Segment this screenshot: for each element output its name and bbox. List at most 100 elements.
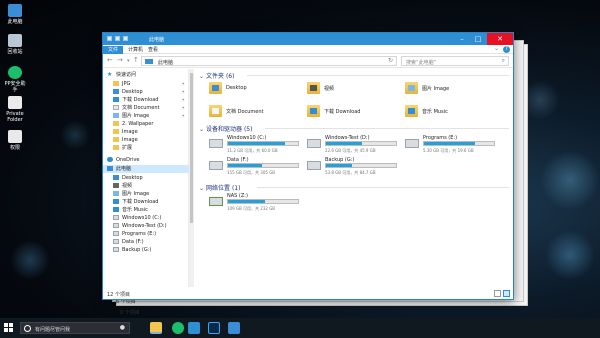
sidebar-item-drive-g[interactable]: Backup (G:) bbox=[103, 246, 189, 254]
folder-icon[interactable] bbox=[107, 36, 112, 41]
scrollbar-thumb[interactable] bbox=[190, 73, 193, 223]
sidebar-item-drive-c[interactable]: Windows10 (C:) bbox=[103, 214, 189, 222]
drive-e[interactable]: Programs (E:) 5.30 GB 可用，共 19.6 GB bbox=[405, 135, 505, 155]
sidebar-item-drive-f[interactable]: Data (F:) bbox=[103, 238, 189, 246]
start-button[interactable] bbox=[4, 323, 14, 333]
drive-g[interactable]: Backup (G:) 53.8 GB 可用，共 84.7 GB bbox=[307, 157, 407, 177]
pin-icon[interactable]: ✦ bbox=[182, 96, 185, 104]
properties-icon[interactable] bbox=[115, 36, 120, 41]
sidebar-item-label: OneDrive bbox=[116, 157, 140, 163]
group-header-network[interactable]: ⌄ 网络位置 (1) bbox=[199, 183, 240, 192]
network-drive-z[interactable]: NAS (Z:) 109 GB 可用，共 232 GB bbox=[209, 193, 309, 213]
sidebar-item-videos[interactable]: 视频 bbox=[103, 182, 189, 190]
chevron-down-icon[interactable]: ▾ bbox=[127, 58, 130, 64]
new-folder-icon[interactable] bbox=[123, 36, 128, 41]
address-bar[interactable]: 此电脑 ↻ bbox=[141, 56, 397, 66]
sidebar-item-label: 扩展 bbox=[122, 145, 133, 151]
sidebar-item-label: 视频 bbox=[122, 183, 133, 189]
sidebar-item-documents[interactable]: 文档 Document ✦ bbox=[103, 104, 189, 112]
search-input[interactable]: 搜索“此电脑” ⌕ bbox=[401, 56, 509, 66]
sidebar-item-image[interactable]: Image bbox=[103, 128, 189, 136]
tab-computer[interactable]: 计算机 bbox=[125, 46, 146, 54]
close-button[interactable]: ✕ bbox=[487, 33, 513, 45]
pin-icon[interactable]: ✦ bbox=[182, 112, 185, 120]
pin-icon[interactable]: ✦ bbox=[182, 80, 185, 88]
folder-documents[interactable]: 文档 Document bbox=[209, 105, 309, 121]
edge-icon[interactable] bbox=[188, 322, 200, 334]
folder-desktop[interactable]: Desktop bbox=[209, 82, 309, 98]
folder-label: 文档 Document bbox=[226, 109, 264, 115]
drive-usage-bar bbox=[227, 163, 299, 168]
group-header-devices[interactable]: ⌄ 设备和驱动器 (5) bbox=[199, 124, 252, 133]
sidebar-item-onedrive[interactable]: OneDrive bbox=[103, 156, 189, 164]
sidebar-item-quick-access[interactable]: ★ 快速访问 bbox=[103, 71, 189, 79]
taskbar: 有问题尽管问我 ● bbox=[0, 318, 600, 338]
sidebar-item-desktop[interactable]: Desktop ✦ bbox=[103, 88, 189, 96]
group-header-folders[interactable]: ⌄ 文件夹 (6) bbox=[199, 71, 234, 80]
background-window-status: 0 个项目 bbox=[120, 310, 140, 316]
desktop-icon-private-folder[interactable]: Private Folder bbox=[2, 96, 28, 123]
sidebar-item-jpg[interactable]: JPG ✦ bbox=[103, 80, 189, 88]
minimize-button[interactable]: – bbox=[455, 33, 469, 45]
folder-videos[interactable]: 视频 bbox=[307, 82, 407, 98]
music-icon bbox=[408, 108, 415, 114]
tab-view[interactable]: 查看 bbox=[145, 46, 161, 54]
desktop-icon-this-pc[interactable]: 此电脑 bbox=[2, 4, 28, 25]
group-header-label: 设备和驱动器 (5) bbox=[206, 126, 253, 133]
sidebar-item-extensions[interactable]: 扩展 bbox=[103, 144, 189, 152]
cortana-search-box[interactable]: 有问题尽管问我 ● bbox=[20, 322, 130, 334]
drive-space-text: 109 GB 可用，共 232 GB bbox=[227, 206, 276, 211]
computer-icon bbox=[8, 4, 22, 17]
up-arrow-icon[interactable]: ↑ bbox=[133, 56, 139, 64]
drive-usage-fill bbox=[326, 164, 352, 167]
maximize-button[interactable]: □ bbox=[471, 33, 485, 45]
sidebar-item-downloads[interactable]: 下载 Download ✦ bbox=[103, 96, 189, 104]
app-icon[interactable] bbox=[228, 322, 240, 334]
folder-downloads[interactable]: 下载 Download bbox=[307, 105, 407, 121]
download-icon bbox=[310, 108, 317, 114]
drive-space-text: 11.2 GB 可用，共 60.0 GB bbox=[227, 148, 278, 153]
chevron-down-icon[interactable]: ⌄ bbox=[494, 45, 499, 52]
drive-c[interactable]: Windows10 (C:) 11.2 GB 可用，共 60.0 GB bbox=[209, 135, 309, 155]
desktop-icon-recycle-bin[interactable]: 回收站 bbox=[2, 34, 28, 55]
sidebar-item-this-pc[interactable]: 此电脑 bbox=[103, 165, 189, 173]
sidebar-item-pc-desktop[interactable]: Desktop bbox=[103, 174, 189, 182]
pin-icon[interactable]: ✦ bbox=[182, 88, 185, 96]
folder-pictures[interactable]: 图片 Image bbox=[405, 82, 505, 98]
bokeh-light bbox=[10, 240, 50, 280]
back-arrow-icon[interactable]: ← bbox=[107, 56, 113, 64]
sidebar-item-label: 文档 Document bbox=[122, 105, 160, 111]
sidebar-item-label: JPG bbox=[122, 81, 131, 87]
drive-f[interactable]: Data (F:) 155 GB 可用，共 305 GB bbox=[209, 157, 309, 177]
forward-arrow-icon[interactable]: → bbox=[117, 56, 123, 64]
refresh-icon[interactable]: ↻ bbox=[388, 57, 393, 64]
drive-icon bbox=[113, 215, 119, 220]
help-icon[interactable]: ? bbox=[503, 46, 510, 53]
sidebar-item-pictures[interactable]: 图片 Image ✦ bbox=[103, 112, 189, 120]
navigation-scrollbar[interactable] bbox=[189, 69, 194, 287]
photoshop-icon[interactable] bbox=[208, 322, 220, 334]
pin-icon[interactable]: ✦ bbox=[182, 104, 185, 112]
sidebar-item-wallpaper[interactable]: 2. Wallpaper bbox=[103, 120, 189, 128]
sidebar-item-image[interactable]: Image bbox=[103, 136, 189, 144]
sidebar-item-drive-d[interactable]: Windows-Test (D:) bbox=[103, 222, 189, 230]
desktop-icon-permissions[interactable]: 权限 bbox=[2, 130, 28, 151]
desktop-icon-pp-assistant[interactable]: PP安全助手 bbox=[2, 66, 28, 93]
drive-d[interactable]: Windows-Test (D:) 22.6 GB 可用，共 45.9 GB bbox=[307, 135, 407, 155]
file-explorer-icon[interactable] bbox=[150, 322, 162, 334]
drive-usage-fill bbox=[326, 142, 362, 145]
sidebar-item-music[interactable]: 音乐 Music bbox=[103, 206, 189, 214]
sidebar-item-pc-downloads[interactable]: 下载 Download bbox=[103, 198, 189, 206]
sidebar-item-pc-pictures[interactable]: 图片 Image bbox=[103, 190, 189, 198]
folder-music[interactable]: 音乐 Music bbox=[405, 105, 505, 121]
drive-icon bbox=[113, 223, 119, 228]
sidebar-item-drive-e[interactable]: Programs (E:) bbox=[103, 230, 189, 238]
large-icons-view-icon[interactable] bbox=[503, 290, 510, 297]
pp-assistant-icon[interactable] bbox=[172, 322, 184, 334]
document-icon bbox=[212, 108, 219, 114]
windows-logo-icon bbox=[9, 328, 13, 332]
microphone-icon[interactable]: ● bbox=[120, 324, 125, 331]
tab-file[interactable]: 文件 bbox=[103, 46, 123, 54]
pp-assistant-icon bbox=[8, 66, 22, 79]
details-view-icon[interactable] bbox=[494, 290, 501, 297]
